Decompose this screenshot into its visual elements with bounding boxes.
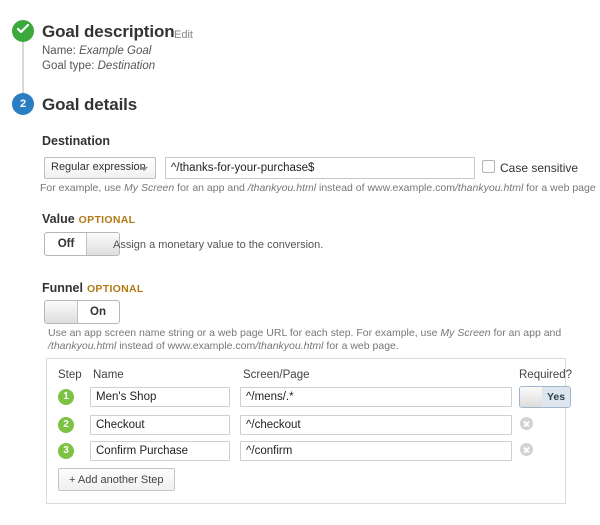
destination-hint-text: For example, use My Screen for an app an… [40,182,596,194]
remove-step-icon[interactable] [520,417,533,430]
remove-step-icon[interactable] [520,443,533,456]
value-heading-text: Value [42,212,75,226]
goal-description-status-badge [12,20,34,42]
step-name-input[interactable] [90,387,230,407]
check-circle-icon [12,24,34,34]
step-name-input[interactable] [90,441,230,461]
funnel-toggle-knob [45,301,78,323]
column-header-required: Required? [519,369,573,381]
value-toggle-label: Off [57,238,75,250]
goal-name-summary: Name: Example Goal [42,45,152,57]
case-sensitive-checkbox[interactable] [482,160,495,173]
funnel-toggle-label: On [90,306,106,318]
case-sensitive-control[interactable]: Case sensitive [482,160,578,175]
funnel-heading-text: Funnel [42,281,83,295]
step-required-toggle-label: Yes [542,387,570,407]
step-required-toggle[interactable]: Yes [519,386,571,408]
destination-value-input[interactable] [165,157,475,179]
funnel-toggle[interactable]: On [44,300,120,324]
step-required-toggle-knob [520,387,543,407]
value-optional-tag: OPTIONAL [78,214,136,226]
add-another-step-button[interactable]: + Add another Step [58,468,175,491]
step-number-badge: 1 [58,389,74,405]
funnel-hint-line-2: /thankyou.html instead of www.example.co… [48,340,399,352]
step-number-badge: 3 [58,443,74,459]
goal-details-title: Goal details [42,95,138,114]
goal-details-step-badge: 2 [12,93,34,115]
step-number-badge: 2 [58,417,74,433]
funnel-optional-tag: OPTIONAL [86,283,144,295]
goal-type-summary: Goal type: Destination [42,60,156,72]
match-type-selected-value: Regular expression [51,161,146,173]
chevron-down-icon [140,167,148,171]
value-toggle[interactable]: Off [44,232,120,256]
column-header-name: Name [93,369,124,381]
step-name-input[interactable] [90,415,230,435]
funnel-heading: Funnel OPTIONAL [42,281,144,295]
goal-description-title: Goal description [42,22,175,41]
value-heading: Value OPTIONAL [42,212,135,226]
edit-goal-description-link[interactable]: Edit [174,29,193,41]
case-sensitive-label: Case sensitive [500,161,579,175]
table-row: 3 [0,440,600,464]
column-header-step: Step [58,369,82,381]
value-hint-text: Assign a monetary value to the conversio… [113,239,324,251]
step-page-input[interactable] [240,387,512,407]
destination-heading: Destination [42,134,111,148]
step-page-input[interactable] [240,415,512,435]
table-row: 2 [0,414,600,438]
goal-setup-page: 2 Goal description Edit Name: Example Go… [0,0,600,525]
table-row: 1 Yes [0,386,600,410]
step-page-input[interactable] [240,441,512,461]
match-type-select[interactable]: Regular expression [44,157,156,179]
funnel-hint-line-1: Use an app screen name string or a web p… [48,327,562,339]
column-header-screen-page: Screen/Page [243,369,310,381]
